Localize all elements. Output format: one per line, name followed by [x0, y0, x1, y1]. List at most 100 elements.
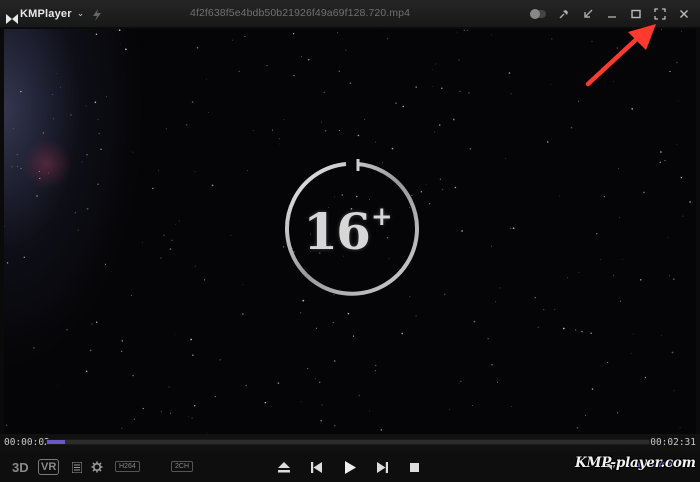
star [554, 309, 556, 310]
star [264, 401, 267, 404]
star [98, 132, 100, 135]
play-button[interactable] [342, 458, 358, 476]
stop-button[interactable] [406, 458, 422, 476]
star [165, 128, 167, 130]
star [505, 158, 506, 159]
star [185, 124, 188, 126]
next-button[interactable] [374, 458, 390, 476]
star [676, 61, 678, 64]
3d-button[interactable]: 3D [12, 458, 29, 476]
eject-button[interactable] [276, 458, 292, 476]
codec-badge[interactable]: H264 [115, 461, 140, 472]
star [681, 30, 682, 32]
star [60, 86, 61, 88]
previous-button[interactable] [308, 458, 324, 476]
star [458, 59, 460, 61]
audio-channels-badge[interactable]: 2CH [171, 461, 194, 472]
star [671, 351, 674, 354]
star [130, 294, 132, 296]
star [387, 38, 389, 40]
star [56, 72, 58, 74]
star [337, 32, 339, 34]
elapsed-time: 00:00:02 [4, 437, 50, 448]
seek-bar[interactable] [46, 439, 650, 445]
vr-button[interactable]: VR [38, 458, 60, 476]
star [66, 329, 68, 331]
star [5, 424, 8, 426]
star [194, 265, 196, 267]
star [374, 364, 377, 367]
star [374, 141, 377, 143]
watermark-text: KMP-player.com [575, 455, 696, 471]
star [277, 382, 280, 384]
app-menu-button[interactable]: KMPlayer ⌄ [6, 7, 84, 24]
star [163, 234, 165, 237]
settings-button[interactable] [90, 458, 104, 476]
file-title: 4f2f638f5e4bdb50b21926f49a69f128.720.mp4 [190, 7, 411, 19]
star [395, 102, 397, 104]
star [338, 129, 341, 132]
star [23, 256, 26, 259]
star [512, 227, 515, 230]
star [364, 119, 366, 120]
star [603, 196, 605, 198]
star [469, 148, 472, 150]
star [487, 338, 489, 340]
star [357, 134, 360, 137]
star [438, 124, 441, 126]
star [380, 429, 382, 431]
star [168, 386, 170, 388]
rating-label: 16 + [282, 159, 422, 299]
star [441, 188, 444, 191]
star [659, 161, 662, 164]
star [432, 86, 434, 88]
star [402, 105, 404, 108]
pin-icon [559, 10, 568, 19]
star [682, 215, 684, 217]
star [242, 313, 244, 315]
star [333, 424, 336, 427]
star [194, 171, 196, 173]
star [171, 239, 173, 242]
star [142, 407, 144, 410]
star [669, 275, 670, 277]
star [307, 368, 309, 370]
star [132, 151, 134, 153]
star [429, 203, 431, 205]
star [307, 58, 310, 61]
star [152, 187, 154, 190]
star [461, 230, 463, 232]
star [206, 78, 208, 80]
star [617, 412, 619, 414]
star [81, 161, 83, 163]
star [491, 34, 492, 36]
annotation-arrow-icon [585, 24, 656, 87]
star [57, 385, 58, 387]
star [463, 29, 465, 31]
star [232, 39, 234, 41]
star [321, 121, 323, 123]
star [622, 258, 624, 260]
star [667, 236, 669, 238]
3d-label: 3D [12, 459, 29, 475]
playlist-button[interactable] [70, 458, 84, 476]
star [111, 270, 112, 272]
pin-button[interactable] [552, 2, 576, 26]
star [678, 100, 679, 102]
star [194, 405, 196, 407]
skip-previous-icon [310, 461, 322, 473]
star [97, 183, 99, 186]
lightning-icon[interactable] [90, 7, 104, 21]
star [321, 404, 323, 406]
fullscreen-icon [654, 8, 666, 20]
star [278, 143, 280, 145]
toggle-switch[interactable] [530, 9, 546, 19]
star [338, 70, 340, 72]
star [460, 380, 462, 382]
star [468, 92, 470, 94]
star [74, 211, 77, 214]
star [679, 426, 681, 428]
vr-label: VR [38, 459, 60, 475]
close-button[interactable] [672, 2, 696, 26]
star [121, 340, 124, 342]
